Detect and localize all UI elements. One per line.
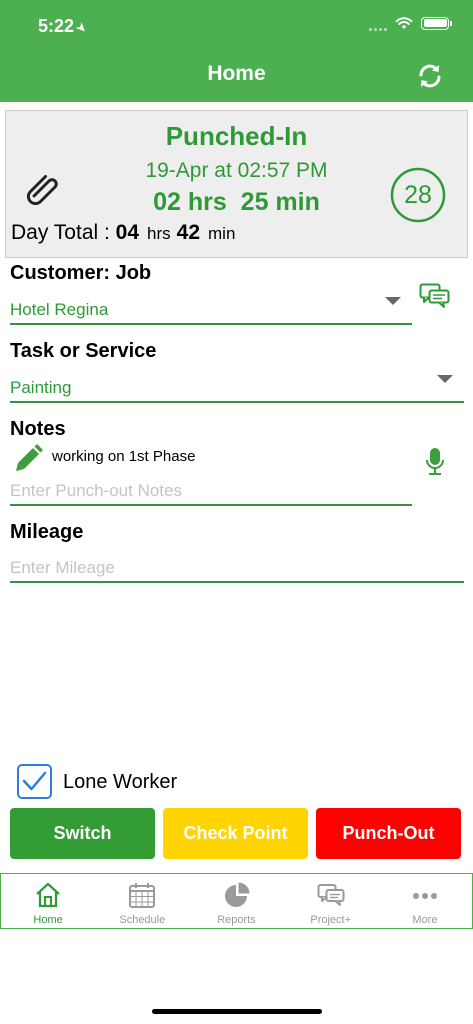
punch-out-button[interactable]: Punch-Out bbox=[316, 808, 461, 859]
day-total-minutes: 42 bbox=[176, 221, 201, 244]
mileage-input[interactable]: Enter Mileage bbox=[10, 558, 115, 578]
tab-schedule[interactable]: Schedule bbox=[95, 874, 189, 928]
task-select[interactable]: Painting bbox=[10, 378, 71, 398]
minutes-unit: min bbox=[208, 224, 236, 243]
microphone-icon[interactable] bbox=[424, 446, 446, 478]
pencil-icon[interactable] bbox=[12, 443, 44, 475]
customer-job-label: Customer: Job bbox=[10, 262, 152, 284]
calendar-icon bbox=[129, 883, 156, 908]
tab-label: Schedule bbox=[119, 914, 166, 926]
chevron-down-icon[interactable] bbox=[437, 375, 453, 383]
notes-underline bbox=[10, 504, 412, 506]
tab-label: More bbox=[412, 914, 438, 926]
task-label: Task or Service bbox=[10, 340, 157, 362]
refresh-icon[interactable] bbox=[414, 60, 446, 92]
paperclip-icon[interactable] bbox=[22, 166, 64, 208]
checkmark-icon bbox=[22, 771, 47, 791]
tab-reports[interactable]: Reports bbox=[189, 874, 283, 928]
status-time-text: 5:22 bbox=[38, 16, 75, 36]
day-total: Day Total : 04 hrs 42 min bbox=[11, 221, 241, 245]
hours-unit: hrs bbox=[147, 224, 171, 243]
tab-more[interactable]: More bbox=[378, 874, 472, 928]
check-point-button[interactable]: Check Point bbox=[163, 808, 308, 859]
punch-status-card: Punched-In 19-Apr at 02:57 PM 02 hrs 25 … bbox=[5, 110, 468, 258]
day-total-hours: 04 bbox=[115, 221, 140, 244]
mileage-underline bbox=[10, 581, 464, 583]
customer-job-underline bbox=[10, 323, 412, 325]
punch-status: Punched-In bbox=[165, 121, 308, 151]
chevron-down-icon[interactable] bbox=[385, 297, 401, 305]
tab-home[interactable]: Home bbox=[1, 874, 95, 928]
task-underline bbox=[10, 401, 464, 403]
status-indicators bbox=[369, 15, 452, 31]
lone-worker-checkbox[interactable] bbox=[17, 764, 52, 799]
existing-note: working on 1st Phase bbox=[52, 448, 196, 465]
bottom-tab-bar: Home Schedule Reports Project+ More bbox=[0, 873, 473, 929]
home-icon bbox=[36, 882, 60, 908]
more-dots-icon bbox=[412, 893, 437, 899]
status-time: 5:22➤ bbox=[38, 16, 91, 37]
location-arrow-icon: ➤ bbox=[72, 18, 91, 37]
pie-chart-icon bbox=[224, 882, 249, 907]
punch-out-notes-input[interactable]: Enter Punch-out Notes bbox=[10, 481, 182, 501]
count-badge[interactable]: 28 bbox=[389, 166, 447, 224]
customer-job-select[interactable]: Hotel Regina bbox=[10, 300, 108, 320]
tab-label: Reports bbox=[217, 914, 256, 926]
chat-bubbles-icon bbox=[317, 884, 345, 906]
notes-label: Notes bbox=[10, 418, 66, 440]
tab-project-plus[interactable]: Project+ bbox=[284, 874, 378, 928]
page-title: Home bbox=[207, 62, 266, 85]
home-indicator bbox=[152, 1009, 322, 1014]
tab-label: Home bbox=[33, 914, 63, 926]
app-header: 5:22➤ Home bbox=[0, 0, 473, 102]
lone-worker-label: Lone Worker bbox=[63, 771, 178, 793]
chat-bubbles-icon[interactable] bbox=[419, 283, 451, 309]
switch-button[interactable]: Switch bbox=[10, 808, 155, 859]
mileage-label: Mileage bbox=[10, 521, 84, 543]
signal-icon bbox=[369, 19, 387, 31]
battery-icon bbox=[421, 16, 452, 30]
day-total-label: Day Total : bbox=[11, 221, 110, 244]
tab-label: Project+ bbox=[310, 914, 352, 926]
wifi-icon bbox=[395, 17, 413, 29]
